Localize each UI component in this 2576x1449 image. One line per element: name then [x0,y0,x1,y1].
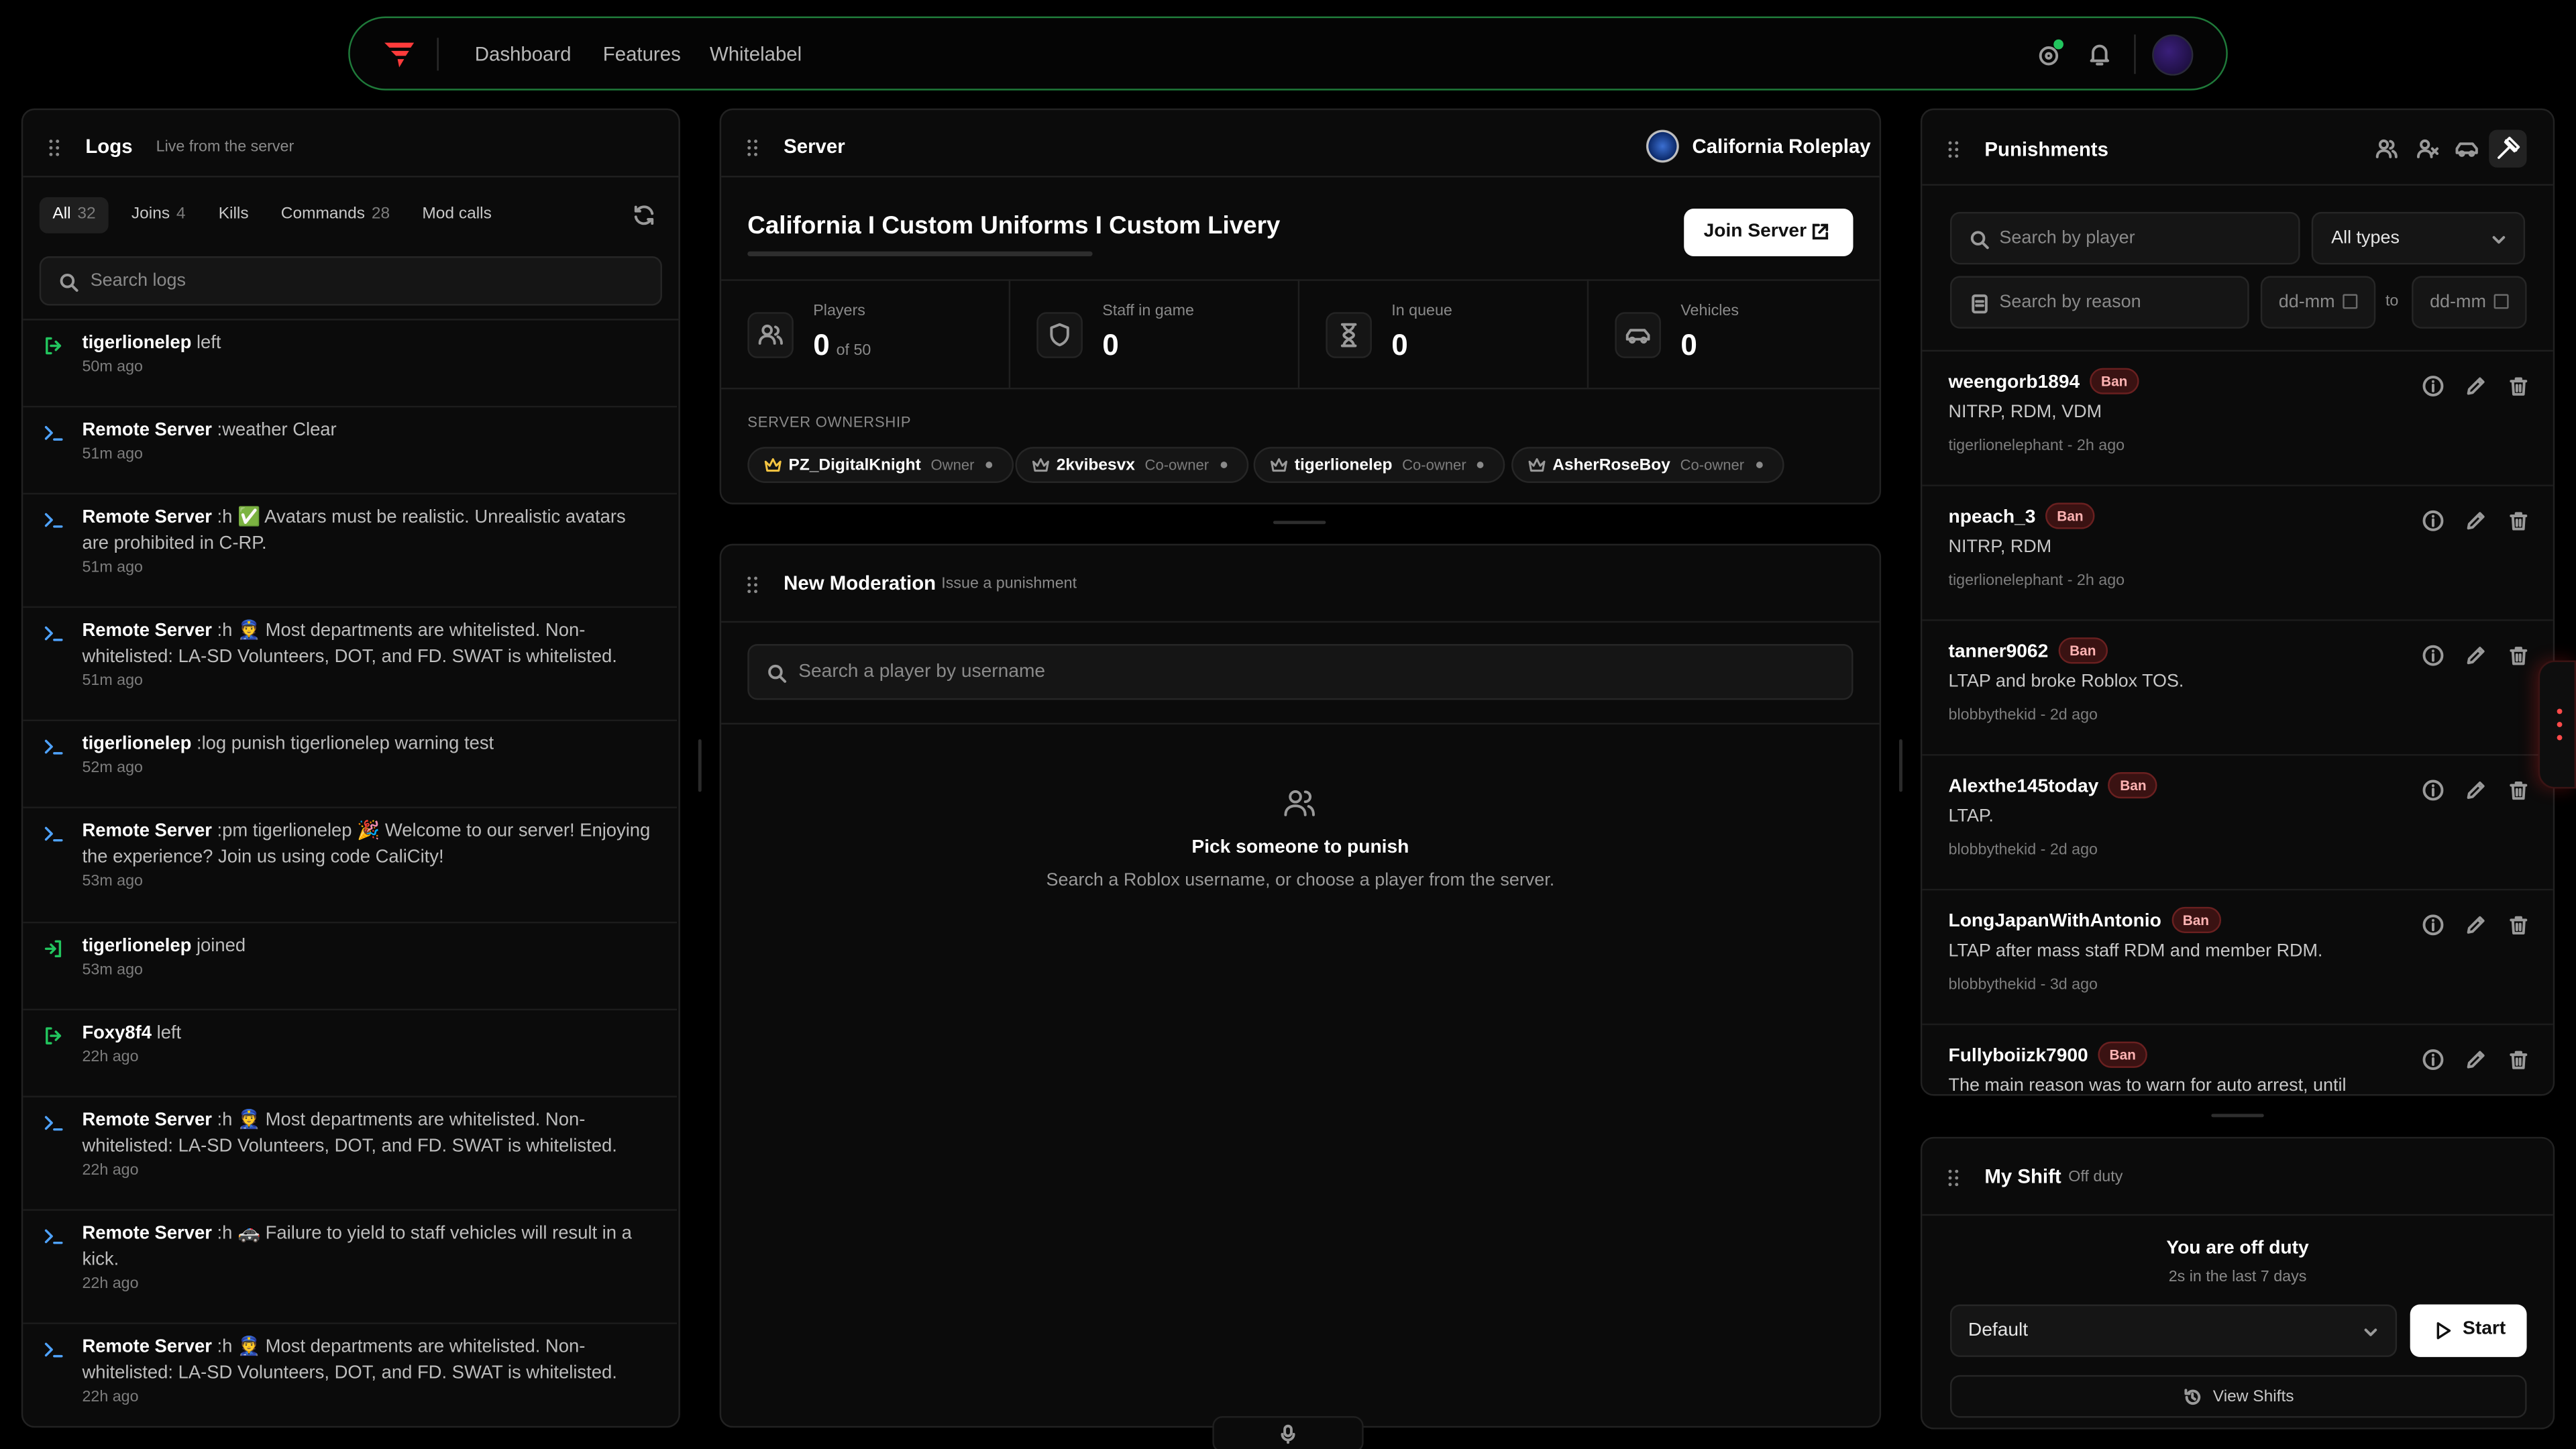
start-shift-label: Start [2463,1319,2506,1339]
terminal-icon [43,1339,64,1360]
edit-icon[interactable] [2464,1048,2487,1071]
side-menu-tab[interactable] [2538,660,2576,789]
punishment-user: Alexthe145today Ban [1948,772,2158,799]
username: tanner9062 [1948,642,2049,662]
trash-icon[interactable] [2507,914,2530,936]
punishment-row[interactable]: Alexthe145today Ban LTAP. blobbythekid - 2d… [1922,756,2553,891]
info-icon[interactable] [2422,509,2445,532]
punishment-row[interactable]: tanner9062 Ban LTAP and broke Roblox TOS. b… [1922,621,2553,756]
username: Fullyboiizk7900 [1948,1046,2088,1067]
start-shift-button[interactable]: Start [2410,1304,2527,1357]
punishment-reason: LTAP and broke Roblox TOS. [1948,672,2184,692]
edit-icon[interactable] [2464,374,2487,397]
username: LongJapanWithAntonio [1948,912,2161,932]
microphone-icon [1280,1424,1296,1444]
punishment-meta: tigerlionelephant - 2h ago [1948,572,2125,590]
punishment-reason: The main reason was to warn for auto arr… [1948,1076,2347,1095]
log-time: 22h ago [82,1388,139,1407]
punishment-actions [2422,1048,2530,1071]
shift-heading: You are off duty [2166,1238,2309,1258]
punishment-actions [2422,374,2530,397]
punishment-actions [2422,779,2530,802]
punishment-actions [2422,644,2530,667]
ban-badge: Ban [2045,502,2095,529]
edit-icon[interactable] [2464,914,2487,936]
more-vertical-icon [2557,708,2563,741]
log-text: Remote Server :h 🚓 Failure to yield to s… [82,1221,657,1273]
ban-badge: Ban [2057,637,2108,664]
punishment-meta: tigerlionelephant - 2h ago [1948,437,2125,455]
punishment-user: tanner9062 Ban [1948,637,2108,664]
ban-badge: Ban [2108,772,2158,799]
log-user[interactable]: Remote Server [82,1337,211,1356]
shift-type-value: Default [1968,1320,2029,1341]
log-entry: Remote Server :h 👮 Most departments are … [23,1324,677,1430]
divider [1922,1214,2553,1216]
punishment-row[interactable]: Fullyboiizk7900 Ban The main reason was to… [1922,1025,2553,1094]
punishment-actions [2422,509,2530,532]
punishment-reason: LTAP after mass staff RDM and member RDM… [1948,941,2323,961]
edit-icon[interactable] [2464,509,2487,532]
punishment-actions [2422,914,2530,936]
punishment-user: Fullyboiizk7900 Ban [1948,1041,2148,1068]
punishment-row[interactable]: npeach_3 Ban NITRP, RDM tigerlionelephant -… [1922,486,2553,621]
ban-badge: Ban [2089,368,2139,394]
info-icon[interactable] [2422,914,2445,936]
username: weengorb1894 [1948,372,2080,393]
punishment-reason: LTAP. [1948,806,1994,826]
play-icon [2433,1321,2453,1340]
trash-icon[interactable] [2507,509,2530,532]
punishment-meta: blobbythekid - 3d ago [1948,975,2098,994]
log-user[interactable]: Remote Server [82,1224,211,1244]
log-entry: Remote Server :h 👮 Most departments are … [23,1097,677,1211]
punishments-list: weengorb1894 Ban NITRP, RDM, VDM tigerlione… [0,0,2576,1094]
punishment-reason: NITRP, RDM, VDM [1948,402,2102,423]
history-icon [2184,1388,2202,1406]
info-icon[interactable] [2422,1048,2445,1071]
username: npeach_3 [1948,507,2036,528]
log-user[interactable]: Remote Server [82,1111,211,1130]
shift-status: Off duty [2068,1168,2123,1187]
ban-badge: Ban [2098,1041,2148,1068]
trash-icon[interactable] [2507,644,2530,667]
info-icon[interactable] [2422,374,2445,397]
trash-icon[interactable] [2507,779,2530,802]
drag-handle-icon[interactable] [1948,1168,1962,1197]
punishment-meta: blobbythekid - 2d ago [1948,706,2098,725]
punishment-user: LongJapanWithAntonio Ban [1948,906,2221,934]
terminal-icon [43,1112,64,1134]
log-text: Remote Server :h 👮 Most departments are … [82,1108,657,1160]
trash-icon[interactable] [2507,1048,2530,1071]
chevron-down-icon [2363,1324,2379,1340]
trash-icon[interactable] [2507,374,2530,397]
log-entry: Remote Server :h 🚓 Failure to yield to s… [23,1211,677,1324]
shift-subtext: 2s in the last 7 days [2168,1268,2307,1287]
view-shifts-button[interactable]: View Shifts [1949,1375,2527,1418]
bottom-dock[interactable] [1212,1416,1364,1449]
info-icon[interactable] [2422,644,2445,667]
punishment-row[interactable]: LongJapanWithAntonio Ban LTAP after mass s… [1922,890,2553,1026]
username: Alexthe145today [1948,777,2099,797]
punishment-user: npeach_3 Ban [1949,502,2095,529]
punishment-user: weengorb1894 Ban [1949,368,2139,394]
terminal-icon [43,1226,64,1247]
log-time: 22h ago [82,1275,139,1293]
shift-type-select[interactable]: Default [1949,1304,2398,1357]
log-time: 22h ago [82,1161,139,1180]
resize-handle[interactable] [2211,1114,2264,1118]
info-icon[interactable] [2422,779,2445,802]
log-text: Remote Server :h 👮 Most departments are … [82,1334,657,1387]
ban-badge: Ban [2171,906,2221,934]
edit-icon[interactable] [2464,644,2487,667]
punishment-reason: NITRP, RDM [1948,537,2052,557]
shift-title: My Shift [1984,1165,2061,1188]
edit-icon[interactable] [2464,779,2487,802]
punishment-row[interactable]: weengorb1894 Ban NITRP, RDM, VDM tigerlione… [1922,352,2553,486]
view-shifts-label: View Shifts [2212,1388,2294,1407]
punishment-meta: blobbythekid - 2d ago [1948,841,2098,859]
